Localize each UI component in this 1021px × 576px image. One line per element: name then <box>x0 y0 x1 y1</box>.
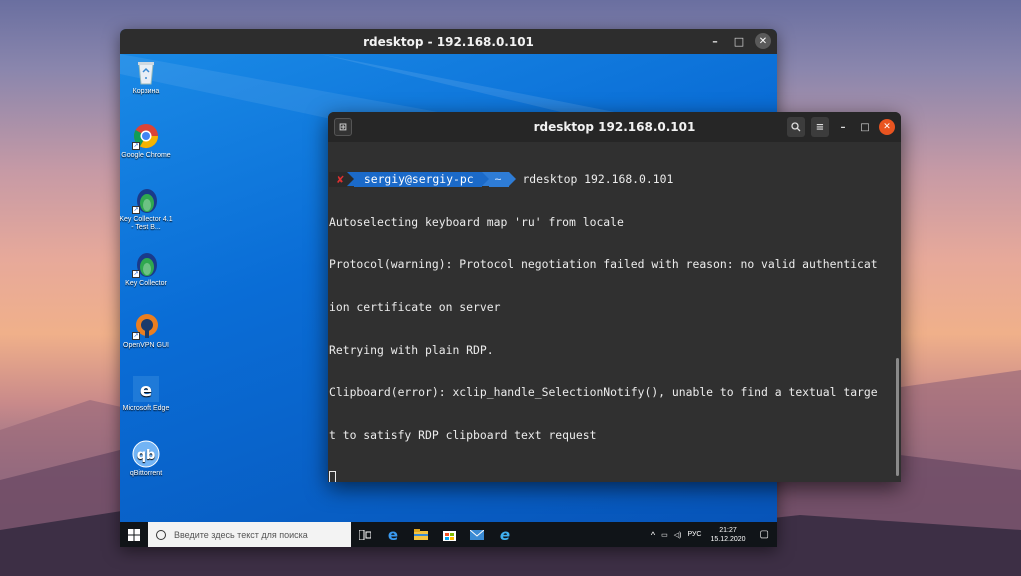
desktop-icon-qbittorrent[interactable]: qb qBittorrent <box>120 440 173 478</box>
windows-logo-icon <box>128 528 140 541</box>
desktop-icon-recycle-bin[interactable]: Корзина <box>120 58 173 96</box>
hamburger-menu-icon: ≡ <box>815 121 825 133</box>
desktop-icon-label: Key Collector 4.1 - Test B... <box>120 216 173 231</box>
chrome-icon: ↗ <box>132 122 160 150</box>
start-button[interactable] <box>120 522 148 547</box>
notifications-icon[interactable]: ▢ <box>752 529 777 540</box>
close-button[interactable]: ✕ <box>755 33 771 49</box>
desktop-icon-chrome[interactable]: ↗ Google Chrome <box>120 122 173 160</box>
terminal-title: rdesktop 192.168.0.101 <box>533 120 696 134</box>
search-icon <box>791 122 801 132</box>
menu-button[interactable]: ≡ <box>811 117 829 137</box>
taskbar-mail[interactable] <box>463 522 491 547</box>
terminal-minimize-button[interactable]: – <box>835 119 851 135</box>
text-cursor <box>329 471 336 482</box>
taskbar-explorer[interactable] <box>407 522 435 547</box>
key-collector-icon: ↗ <box>132 186 160 214</box>
output-line: ion certificate on server <box>329 300 501 315</box>
desktop-icon-key-collector-test[interactable]: ↗ Key Collector 4.1 - Test B... <box>120 186 173 232</box>
language-indicator[interactable]: РУС <box>684 531 704 538</box>
taskbar-ie[interactable]: e <box>491 522 519 547</box>
svg-text:qb: qb <box>137 448 156 463</box>
prompt-directory: ~ <box>488 172 510 187</box>
openvpn-icon: ↗ <box>132 312 160 340</box>
terminal-window[interactable]: ⊞ rdesktop 192.168.0.101 ≡ – □ ✕ ✘ sergi… <box>328 112 901 482</box>
rdesktop-window-controls: – □ ✕ <box>707 33 771 49</box>
recycle-bin-icon <box>132 58 160 86</box>
edge-icon: e <box>132 375 160 403</box>
rdesktop-titlebar[interactable]: rdesktop - 192.168.0.101 – □ ✕ <box>120 29 777 54</box>
desktop-icon-label: Key Collector <box>125 280 167 287</box>
edge-icon: e <box>387 525 399 544</box>
new-tab-button[interactable]: ⊞ <box>334 118 352 136</box>
prompt-separator-icon <box>509 172 517 187</box>
prompt-line: ✘ sergiy@sergiy-pc ~ rdesktop 192.168.0.… <box>329 172 901 187</box>
output-line: Retrying with plain RDP. <box>329 342 494 357</box>
desktop-icon-openvpn[interactable]: ↗ OpenVPN GUI <box>120 312 173 350</box>
prompt-status-icon: ✘ <box>329 172 347 187</box>
internet-explorer-icon: e <box>499 525 511 544</box>
cursor-line <box>329 470 901 482</box>
desktop-icon-key-collector[interactable]: ↗ Key Collector <box>120 250 173 288</box>
search-icon <box>156 529 166 540</box>
desktop-icon-edge[interactable]: e Microsoft Edge <box>120 375 173 413</box>
system-tray: ^ ▭ ◁) РУС 21:27 15.12.2020 ▢ <box>648 522 777 547</box>
desktop-icon-label: qBittorrent <box>129 470 163 477</box>
key-collector-icon: ↗ <box>132 250 160 278</box>
minimize-button[interactable]: – <box>707 33 723 49</box>
maximize-button[interactable]: □ <box>731 33 747 49</box>
taskbar-search-input[interactable]: Введите здесь текст для поиска <box>148 522 351 547</box>
prompt-separator-icon <box>481 172 489 187</box>
terminal-controls: ≡ – □ ✕ <box>787 117 895 137</box>
prompt-separator-icon <box>346 172 354 187</box>
chevron-up-icon[interactable]: ^ <box>648 530 658 540</box>
desktop-icon-label: Корзина <box>132 88 160 95</box>
store-icon <box>442 531 456 541</box>
terminal-output[interactable]: ✘ sergiy@sergiy-pc ~ rdesktop 192.168.0.… <box>328 142 901 482</box>
desktop-icon-label: Google Chrome <box>121 152 171 159</box>
mail-icon <box>470 529 484 540</box>
terminal-close-button[interactable]: ✕ <box>879 119 895 135</box>
output-line: Protocol(warning): Protocol negotiation … <box>329 257 878 272</box>
prompt-user-host: sergiy@sergiy-pc <box>353 172 482 187</box>
search-button[interactable] <box>787 117 805 137</box>
taskbar-store[interactable] <box>435 522 463 547</box>
output-line: Clipboard(error): xclip_handle_Selection… <box>329 385 878 400</box>
windows-taskbar: Введите здесь текст для поиска e e ^ ▭ ◁… <box>120 522 777 547</box>
task-view-button[interactable] <box>351 522 379 547</box>
clock-date: 15.12.2020 <box>710 535 746 543</box>
prompt-command: rdesktop 192.168.0.101 <box>522 172 674 187</box>
rdesktop-title: rdesktop - 192.168.0.101 <box>363 34 534 49</box>
clock-time: 21:27 <box>719 526 737 534</box>
shortcut-arrow-icon: ↗ <box>132 332 140 340</box>
output-line: Autoselecting keyboard map 'ru' from loc… <box>329 214 624 229</box>
taskbar-edge[interactable]: e <box>379 522 407 547</box>
terminal-scrollbar[interactable] <box>896 358 899 476</box>
shortcut-arrow-icon: ↗ <box>132 206 140 214</box>
clock[interactable]: 21:27 15.12.2020 <box>705 526 752 544</box>
terminal-maximize-button[interactable]: □ <box>857 119 873 135</box>
desktop-icon-label: OpenVPN GUI <box>123 342 169 349</box>
output-line: t to satisfy RDP clipboard text request <box>329 427 597 442</box>
folder-icon <box>414 529 428 540</box>
task-view-icon <box>359 529 371 540</box>
volume-icon[interactable]: ◁) <box>671 531 685 539</box>
desktop-icon-label: Microsoft Edge <box>122 405 170 412</box>
search-placeholder: Введите здесь текст для поиска <box>174 529 308 540</box>
shortcut-arrow-icon: ↗ <box>132 142 140 150</box>
terminal-titlebar[interactable]: ⊞ rdesktop 192.168.0.101 ≡ – □ ✕ <box>328 112 901 142</box>
shortcut-arrow-icon: ↗ <box>132 270 140 278</box>
svg-text:e: e <box>140 380 152 401</box>
new-tab-icon: ⊞ <box>338 121 348 133</box>
network-icon[interactable]: ▭ <box>658 531 671 539</box>
qbittorrent-icon: qb <box>132 440 160 468</box>
